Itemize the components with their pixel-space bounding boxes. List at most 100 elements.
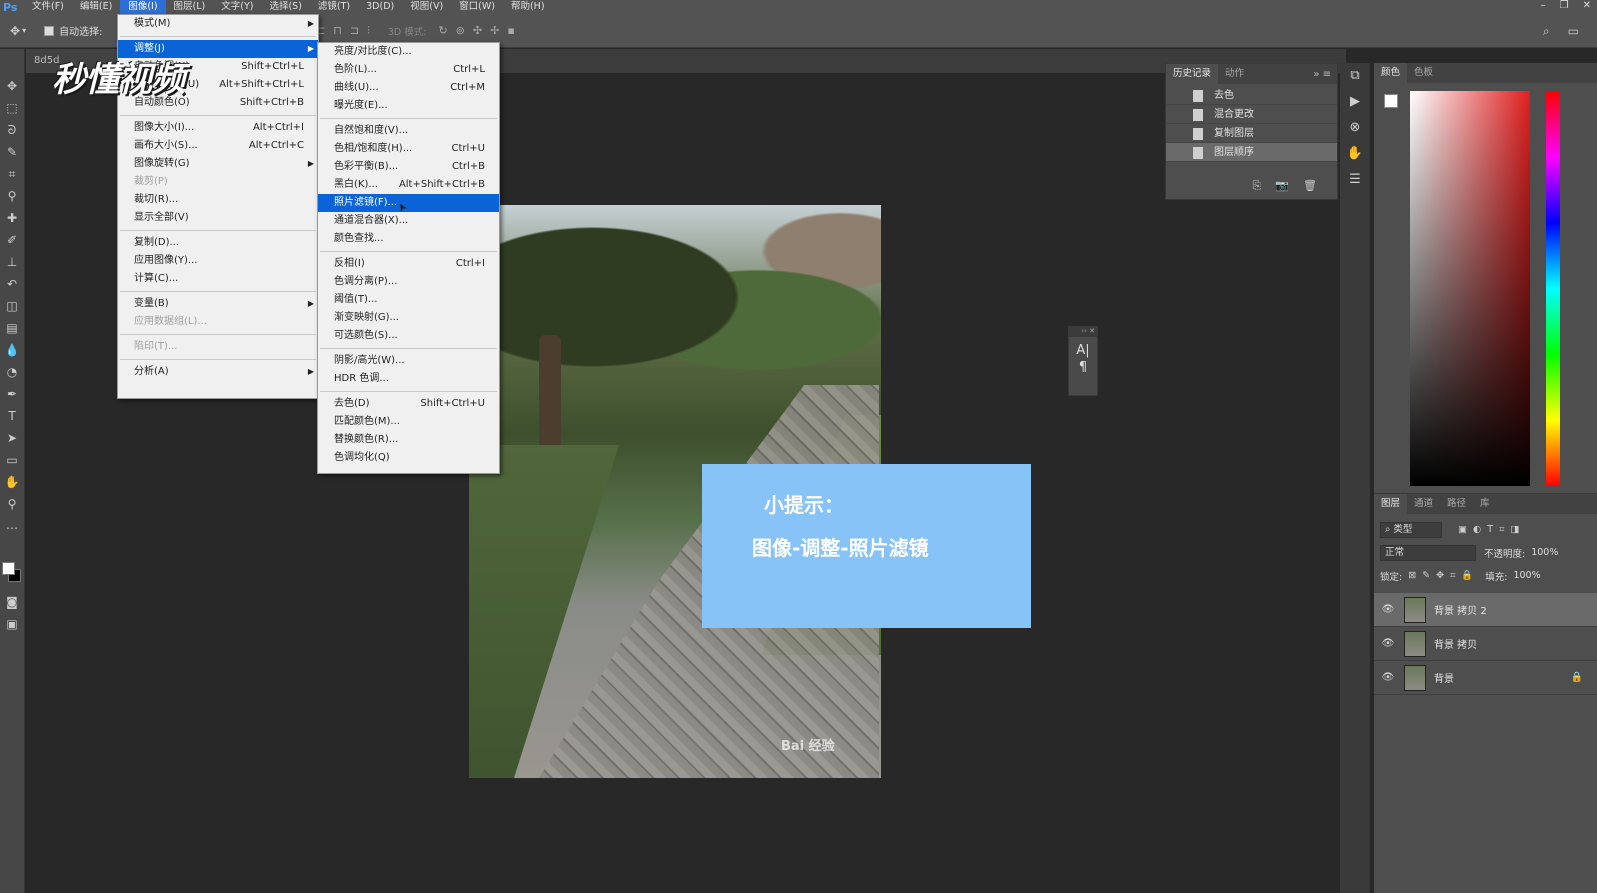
menu-item[interactable]: 曝光度(E)...	[318, 97, 499, 115]
eye-icon[interactable]: 👁	[1378, 638, 1398, 649]
panel-menu-icon[interactable]: » ≡	[1313, 69, 1337, 80]
menu-item[interactable]: 颜色查找...	[318, 230, 499, 248]
menu-item[interactable]: 计算(C)...	[118, 270, 318, 288]
layer-row[interactable]: 👁 背景 拷贝	[1374, 627, 1597, 661]
snapshot-icon[interactable]: 📷	[1275, 179, 1289, 193]
gradient-tool-icon[interactable]: ▤	[3, 319, 21, 337]
pen-tool-icon[interactable]: ✒	[3, 385, 21, 403]
layer-filter-icons[interactable]: ▣◐T⌗◨	[1458, 524, 1525, 535]
menu-item[interactable]: 图像大小(I)... Alt+Ctrl+I	[118, 119, 318, 137]
more-tools-icon[interactable]: ⋯	[3, 519, 21, 537]
clone-source-icon[interactable]: ⊗	[1340, 115, 1370, 141]
marquee-tool-icon[interactable]: ⬚	[3, 99, 21, 117]
menu-item[interactable]: 阈值(T)...	[318, 291, 499, 309]
menu-item[interactable]: 替换颜色(R)...	[318, 431, 499, 449]
distribute-icon[interactable]: ⫶	[367, 24, 370, 38]
menu-item[interactable]: 渐变映射(G)...	[318, 309, 499, 327]
menu-item[interactable]: 亮度/对比度(C)...	[318, 43, 499, 61]
scale3d-icon[interactable]: ▪	[507, 24, 514, 37]
menu-item[interactable]: 分析(A) ▶	[118, 363, 318, 381]
opacity-value[interactable]: 100%	[1531, 547, 1558, 558]
type-tool-icon[interactable]: T	[3, 407, 21, 425]
hand-tool-icon[interactable]: ✋	[3, 473, 21, 491]
dodge-tool-icon[interactable]: ◔	[3, 363, 21, 381]
tab-history[interactable]: 历史记录	[1166, 64, 1219, 84]
menu-2[interactable]: 图像(I)	[120, 0, 166, 14]
trash-icon[interactable]: 🗑	[1303, 179, 1317, 193]
blend-mode-select[interactable]: 正常	[1380, 544, 1476, 561]
brush-preset-icon[interactable]: ✋	[1340, 141, 1370, 167]
menu-item[interactable]: 裁切(R)...	[118, 191, 318, 209]
align-hcenter-icon[interactable]: ⊓	[333, 24, 342, 38]
panel-fg-swatch[interactable]	[1384, 94, 1398, 108]
menu-item[interactable]: 黑白(K)... Alt+Shift+Ctrl+B	[318, 176, 499, 194]
history-item[interactable]: 图层顺序	[1166, 143, 1337, 162]
menu-5[interactable]: 选择(S)	[261, 0, 309, 14]
roll3d-icon[interactable]: ⊚	[456, 24, 465, 37]
menu-item[interactable]: 变量(B) ▶	[118, 295, 318, 313]
zoom-tool-icon[interactable]: ⚲	[3, 495, 21, 513]
menu-item[interactable]: 照片滤镜(F)... ➤	[318, 194, 499, 214]
restore-icon[interactable]: ❐	[1560, 0, 1569, 11]
history-brush-tool-icon[interactable]: ↶	[3, 275, 21, 293]
quick-mask-icon[interactable]: ◙	[3, 593, 21, 611]
layer-row[interactable]: 👁 背景 拷贝 2	[1374, 593, 1597, 627]
tab-channels[interactable]: 通道	[1407, 494, 1440, 514]
eye-icon[interactable]: 👁	[1378, 672, 1398, 683]
tab-actions[interactable]: 动作	[1218, 64, 1251, 84]
menu-item[interactable]: 色调均化(Q)	[318, 449, 499, 467]
paragraph-icon[interactable]: ¶	[1069, 360, 1097, 375]
menu-item[interactable]: 匹配颜色(M)...	[318, 413, 499, 431]
history-item[interactable]: 复制图层	[1166, 124, 1337, 143]
minimize-icon[interactable]: –	[1541, 0, 1546, 11]
tab-paths[interactable]: 路径	[1440, 494, 1473, 514]
brush-tool-icon[interactable]: ✐	[3, 231, 21, 249]
move-tool-icon[interactable]: ✥	[3, 77, 21, 95]
align-right-icon[interactable]: ⊐	[350, 24, 359, 38]
path-select-tool-icon[interactable]: ➤	[3, 429, 21, 447]
menu-item[interactable]: 画布大小(S)... Alt+Ctrl+C	[118, 137, 318, 155]
character-icon[interactable]: A|	[1069, 343, 1097, 358]
tab-libraries[interactable]: 库	[1473, 494, 1497, 514]
tab-color[interactable]: 颜色	[1374, 63, 1408, 83]
shape-tool-icon[interactable]: ▭	[3, 451, 21, 469]
crop-tool-icon[interactable]: ⌗	[3, 165, 21, 183]
chevron-down-icon[interactable]: ▾	[22, 26, 26, 35]
menu-item[interactable]: 色彩平衡(B)... Ctrl+B	[318, 158, 499, 176]
menu-item[interactable]: 曲线(U)... Ctrl+M	[318, 79, 499, 97]
layer-row[interactable]: 👁 背景 🔒	[1374, 661, 1597, 695]
menu-9[interactable]: 窗口(W)	[451, 0, 503, 14]
menu-item[interactable]: 通道混合器(X)...	[318, 212, 499, 230]
menu-item[interactable]: 色调分离(P)...	[318, 273, 499, 291]
fill-value[interactable]: 100%	[1513, 570, 1540, 581]
menu-item[interactable]: HDR 色调...	[318, 370, 499, 388]
adjustments-icon[interactable]: ☰	[1340, 167, 1370, 193]
history-icon[interactable]: ⧉	[1340, 63, 1370, 89]
quick-select-tool-icon[interactable]: ✎	[3, 143, 21, 161]
tab-swatches[interactable]: 色板	[1407, 63, 1440, 83]
menu-6[interactable]: 滤镜(T)	[310, 0, 358, 14]
menu-4[interactable]: 文字(Y)	[213, 0, 261, 14]
screen-mode-icon[interactable]: ▣	[3, 615, 21, 633]
healing-tool-icon[interactable]: ✚	[3, 209, 21, 227]
play-icon[interactable]: ▶	[1340, 89, 1370, 115]
menu-8[interactable]: 视图(V)	[402, 0, 451, 14]
menu-item[interactable]: 自然饱和度(V)...	[318, 122, 499, 140]
stamp-tool-icon[interactable]: ⊥	[3, 253, 21, 271]
drag3d-icon[interactable]: ✣	[473, 24, 482, 37]
menu-item[interactable]: 可选颜色(S)...	[318, 327, 499, 345]
foreground-color-swatch[interactable]	[2, 562, 15, 575]
menu-item[interactable]: 阴影/高光(W)...	[318, 352, 499, 370]
auto-select-checkbox[interactable]	[44, 25, 55, 36]
eye-icon[interactable]: 👁	[1378, 604, 1398, 615]
menu-item[interactable]: 色相/饱和度(H)... Ctrl+U	[318, 140, 499, 158]
menu-3[interactable]: 图层(L)	[166, 0, 214, 14]
workspace-icon[interactable]: ▭	[1568, 24, 1579, 39]
lasso-tool-icon[interactable]: ᘐ	[3, 121, 21, 139]
new-doc-icon[interactable]: ⎘	[1253, 179, 1262, 193]
menu-item[interactable]: 模式(M) ▶	[118, 15, 318, 33]
menu-item[interactable]: 显示全部(V)	[118, 209, 318, 227]
menu-item[interactable]: 图像旋转(G) ▶	[118, 155, 318, 173]
menu-1[interactable]: 编辑(E)	[72, 0, 120, 14]
color-picker-field[interactable]	[1410, 91, 1530, 486]
